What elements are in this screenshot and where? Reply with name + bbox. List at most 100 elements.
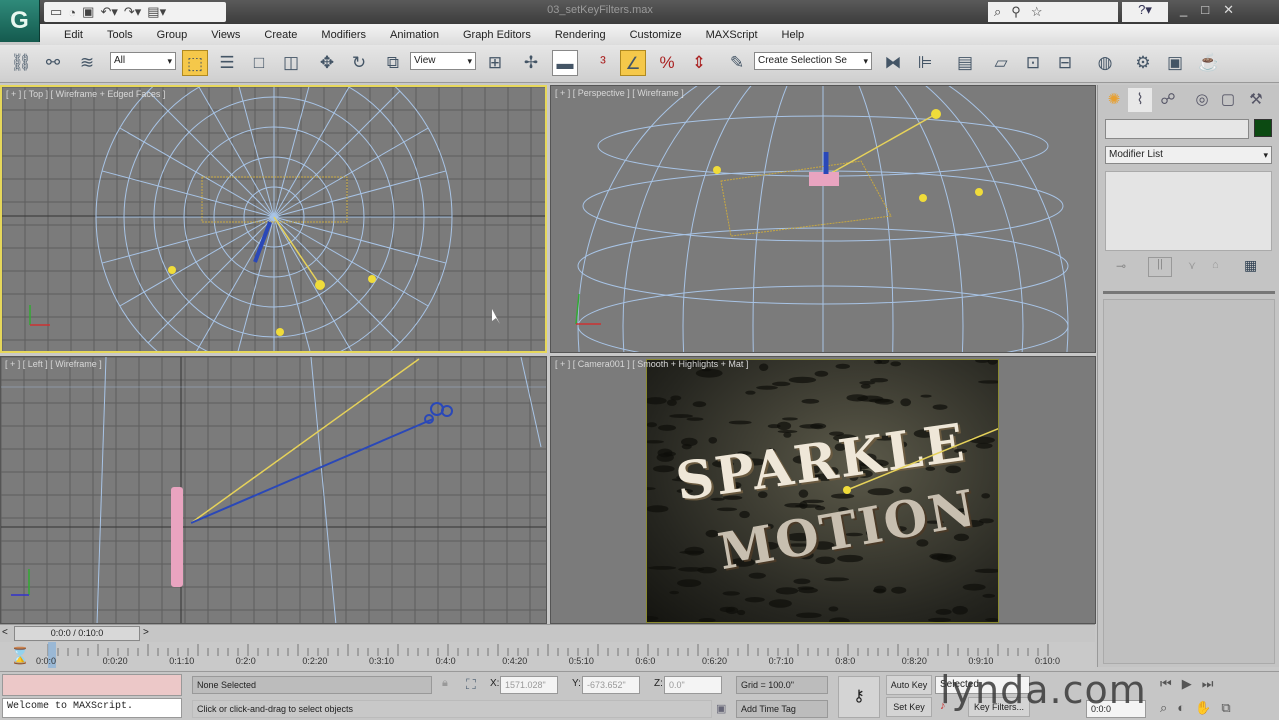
unlink-icon[interactable]: ⚯ [40,50,66,76]
redo-icon[interactable]: ↷▾ [124,4,141,20]
viewport-camera[interactable]: [ + ] [ Camera001 ] [ Smooth + Highlight… [550,356,1096,624]
absolute-mode-icon[interactable]: ⛶ [466,676,476,693]
bind-space-warp-icon[interactable]: ≋ [74,50,100,76]
hierarchy-tab-icon[interactable]: ☍ [1156,88,1180,112]
menu-graph-editors[interactable]: Graph Editors [451,29,543,41]
select-object-icon[interactable]: ⬚ [182,50,208,76]
menu-customize[interactable]: Customize [618,29,694,41]
reference-coord-dropdown[interactable]: View [410,52,476,70]
y-coordinate-field[interactable]: -673.652" [582,676,640,694]
edit-named-selection-icon[interactable]: ✎ [724,50,750,76]
object-name-field[interactable] [1105,119,1249,139]
link-icon[interactable]: ⛓ [8,50,34,76]
lock-selection-icon[interactable]: 🔒︎ [442,677,448,690]
schematic-view-icon[interactable]: ⊟ [1052,50,1078,76]
graphite-tools-icon[interactable]: ▱ [988,50,1014,76]
maxscript-listener-pink[interactable] [2,674,182,696]
rectangular-selection-icon[interactable]: □ [246,50,272,76]
viewport-perspective[interactable]: [ + ] [ Perspective ] [ Wireframe ] [550,85,1096,353]
help-button[interactable]: ?▾ [1122,2,1168,22]
undo-icon[interactable]: ↶▾ [100,4,117,20]
keyboard-shortcut-override-icon[interactable]: ▬ [552,50,578,76]
selection-filter-dropdown[interactable]: All [110,52,176,70]
configure-modifier-sets-icon[interactable]: ▦ [1244,257,1257,274]
pivot-center-icon[interactable]: ⊞ [482,50,508,76]
new-icon[interactable]: ▭ [50,4,62,20]
application-button[interactable]: G [0,0,40,42]
render-production-icon[interactable]: ☕ [1196,50,1222,76]
viewport-top[interactable]: [ + ] [ Top ] [ Wireframe + Edged Faces … [0,85,547,353]
viewport-left[interactable]: [ + ] [ Left ] [ Wireframe ] [0,356,547,624]
binoculars-icon[interactable]: ⌕ [994,4,1001,20]
utilities-tab-icon[interactable]: ⚒ [1244,88,1268,112]
viewport-label[interactable]: [ + ] [ Left ] [ Wireframe ] [5,359,102,369]
track-bar[interactable]: ⌛ 0:0:0 0:0:20 0:1:10 0:2:0 0:2:20 0:3:10 0:4:… [0,642,1095,670]
set-key-mode-key-icon[interactable]: ⚷ [838,676,880,718]
x-coordinate-field[interactable]: 1571.028" [500,676,558,694]
project-icon[interactable]: ▤▾ [147,4,166,20]
move-icon[interactable]: ✥ [314,50,340,76]
favorites-icon[interactable]: ☆ [1031,4,1043,20]
open-icon[interactable]: ◔ [68,5,76,20]
rendered-frame-window-icon[interactable]: ▣ [1162,50,1188,76]
maximize-button[interactable]: □ [1201,2,1209,18]
prev-frame-button[interactable]: < [2,627,8,638]
scale-icon[interactable]: ⧉ [380,50,406,76]
menu-edit[interactable]: Edit [52,29,95,41]
menu-maxscript[interactable]: MAXScript [694,29,770,41]
menu-rendering[interactable]: Rendering [543,29,618,41]
viewport-label[interactable]: [ + ] [ Top ] [ Wireframe + Edged Faces … [6,89,165,99]
render-setup-icon[interactable]: ⚙ [1130,50,1156,76]
object-color-swatch[interactable] [1254,119,1272,137]
go-to-start-icon[interactable]: ⏮ [1160,676,1172,692]
select-by-name-icon[interactable]: ☰ [214,50,240,76]
save-icon[interactable]: ▣ [82,4,94,20]
viewport-label[interactable]: [ + ] [ Camera001 ] [ Smooth + Highlight… [555,359,748,369]
make-unique-icon[interactable]: ⋎ [1188,259,1196,272]
create-tab-icon[interactable]: ✺ [1102,88,1126,112]
snaps-toggle-icon[interactable]: ³ [590,50,616,76]
spinner-snap-icon[interactable]: ⇕ [686,50,712,76]
pan-icon[interactable]: ✋ [1195,700,1211,716]
remove-modifier-icon[interactable]: ⌂ [1212,259,1219,271]
display-tab-icon[interactable]: ▢ [1216,88,1240,112]
menu-views[interactable]: Views [199,29,252,41]
angle-snap-icon[interactable]: ∠ [620,50,646,76]
maximize-viewport-icon[interactable]: ⧉ [1221,700,1230,716]
named-selection-dropdown[interactable]: Create Selection Se [754,52,872,70]
menu-group[interactable]: Group [145,29,200,41]
minimize-button[interactable]: _ [1180,2,1187,18]
next-frame-button[interactable]: > [143,627,149,638]
motion-tab-icon[interactable]: ◎ [1190,88,1214,112]
maxscript-output[interactable]: Welcome to MAXScript. [2,698,182,718]
window-crossing-icon[interactable]: ◫ [278,50,304,76]
modify-tab-icon[interactable]: ⌇ [1128,88,1152,112]
pin-stack-icon[interactable]: ⊸ [1116,259,1126,273]
mirror-icon[interactable]: ⧓ [880,50,906,76]
viewport-label[interactable]: [ + ] [ Perspective ] [ Wireframe ] [555,88,684,98]
material-editor-icon[interactable]: ◍ [1092,50,1118,76]
curve-editor-icon[interactable]: ⊡ [1020,50,1046,76]
orbit-icon[interactable]: ◐ [1177,700,1185,716]
curve-editor-mini-icon[interactable]: ⌛ [10,646,30,666]
time-slider-thumb[interactable]: 0:0:0 / 0:10:0 [14,626,140,641]
menu-create[interactable]: Create [252,29,309,41]
set-key-button[interactable]: Set Key [886,697,932,717]
layer-manager-icon[interactable]: ▤ [952,50,978,76]
align-icon[interactable]: ⊫ [912,50,938,76]
auto-key-button[interactable]: Auto Key [886,675,932,695]
menu-modifiers[interactable]: Modifiers [309,29,378,41]
time-tag-icon[interactable]: ▣ [716,702,726,715]
modifier-stack[interactable] [1105,171,1272,251]
select-manipulate-icon[interactable]: ✢ [518,50,544,76]
play-icon[interactable]: ▶ [1182,676,1192,692]
communication-icon[interactable]: ⚲ [1011,4,1021,20]
zoom-icon[interactable]: ⌕ [1160,700,1167,716]
menu-help[interactable]: Help [770,29,817,41]
close-button[interactable]: ✕ [1223,2,1234,18]
show-end-result-icon[interactable]: || [1148,257,1172,277]
z-coordinate-field[interactable]: 0.0" [664,676,722,694]
menu-animation[interactable]: Animation [378,29,451,41]
go-to-end-icon[interactable]: ⏭ [1202,676,1214,692]
add-time-tag[interactable]: Add Time Tag [736,700,828,718]
